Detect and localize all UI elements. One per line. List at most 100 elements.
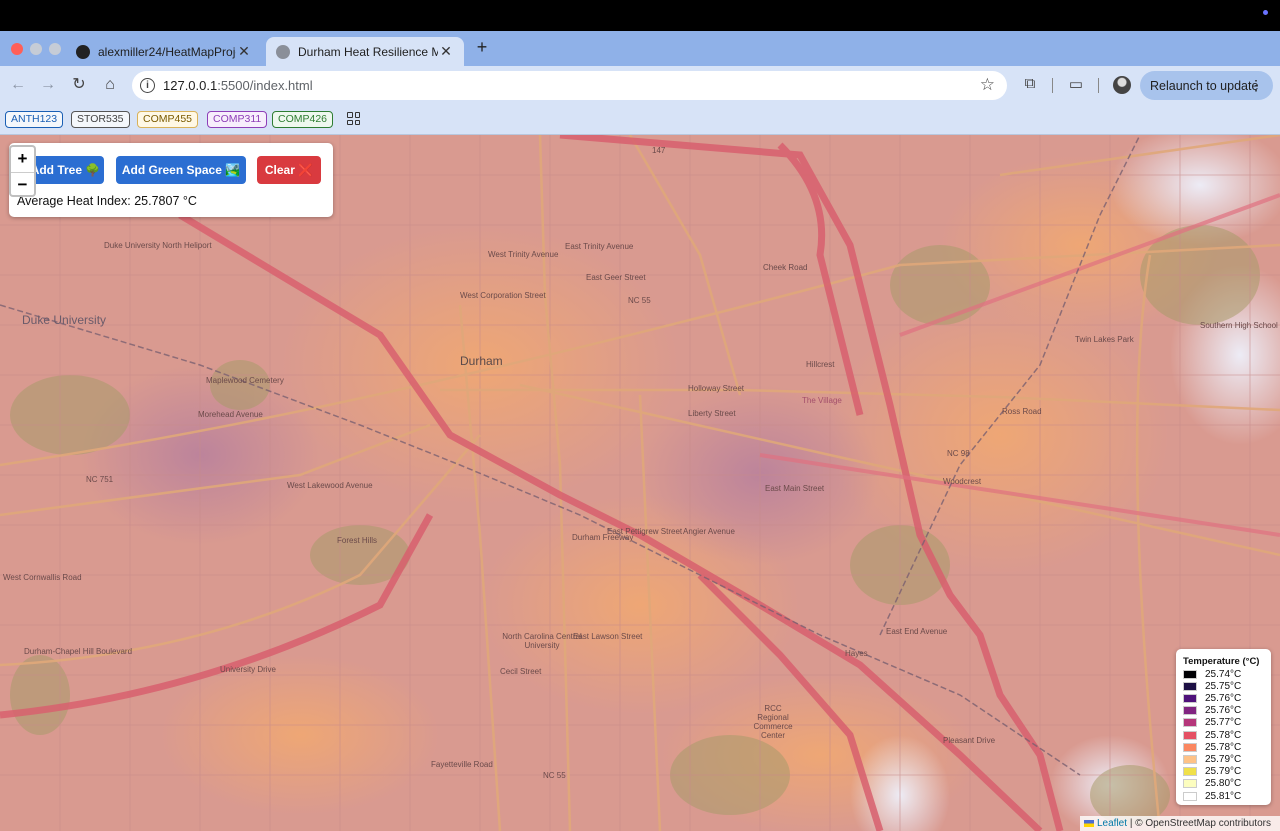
add-green-space-button[interactable]: Add Green Space 🏞️ bbox=[116, 156, 246, 184]
map-label-fayetteville: Fayetteville Road bbox=[431, 760, 493, 769]
clear-button[interactable]: Clear ❌ bbox=[257, 156, 321, 184]
reload-icon[interactable]: ↻ bbox=[69, 75, 89, 95]
average-heat-index: Average Heat Index: 25.7807 °C bbox=[17, 194, 197, 208]
map-label-east-trinity: East Trinity Avenue bbox=[565, 242, 634, 251]
legend-label: 25.80°C bbox=[1205, 778, 1242, 790]
back-arrow-icon[interactable]: ← bbox=[8, 75, 28, 95]
window-close-button[interactable] bbox=[11, 43, 23, 55]
map-label-hillcrest: Hillcrest bbox=[806, 360, 835, 369]
map-label-west-trinity: West Trinity Avenue bbox=[488, 250, 559, 259]
relaunch-button[interactable]: Relaunch to update ⋮ bbox=[1140, 71, 1273, 100]
tab-label: alexmiller24/HeatMapProject bbox=[98, 44, 236, 59]
status-dot bbox=[1263, 10, 1268, 15]
apps-grid-icon[interactable] bbox=[347, 112, 360, 125]
map-label-southern-high: Southern High School bbox=[1200, 321, 1278, 330]
tab-heat-map[interactable]: Durham Heat Resilience Map ✕ bbox=[266, 37, 464, 66]
extensions-icon[interactable]: ⧉ bbox=[1020, 75, 1040, 92]
cast-icon[interactable]: ▭ bbox=[1066, 75, 1086, 93]
map-label-duke-university: Duke University bbox=[22, 313, 107, 327]
tab-label: Durham Heat Resilience Map bbox=[298, 44, 438, 59]
map-label-west-lakewood: West Lakewood Avenue bbox=[287, 481, 373, 490]
legend-swatch bbox=[1183, 669, 1197, 679]
legend-swatch bbox=[1183, 754, 1197, 764]
legend-swatch bbox=[1183, 681, 1197, 691]
bookmark-anth123[interactable]: ANTH123 bbox=[5, 111, 64, 128]
map-label-cecil: Cecil Street bbox=[500, 667, 542, 676]
map-label-angier: Angier Avenue bbox=[683, 527, 735, 536]
legend-title: Temperature (°C) bbox=[1183, 656, 1260, 667]
map-label-twin-lakes: Twin Lakes Park bbox=[1075, 335, 1134, 344]
map-label-forest-hills: Forest Hills bbox=[337, 536, 378, 545]
legend-label: 25.74°C bbox=[1205, 668, 1242, 680]
legend-swatch bbox=[1183, 742, 1197, 752]
zoom-in-button[interactable]: + bbox=[11, 147, 34, 173]
legend-label: 25.79°C bbox=[1205, 753, 1242, 765]
map-label-university-drive: University Drive bbox=[220, 665, 277, 674]
forward-arrow-icon[interactable]: → bbox=[38, 75, 58, 95]
map-label-maplewood: Maplewood Cemetery bbox=[206, 376, 284, 385]
temperature-legend: Temperature (°C) 25.74°C 25.75°C 25.76°C 25… bbox=[1176, 649, 1271, 805]
map-tiles bbox=[0, 135, 1280, 831]
system-menubar bbox=[0, 0, 1280, 31]
legend-label: 25.78°C bbox=[1205, 741, 1242, 753]
map-label-duke-north: Duke University North Heliport bbox=[104, 241, 212, 250]
bookmark-comp426[interactable]: COMP426 bbox=[272, 111, 334, 128]
legend-item: 25.80°C bbox=[1183, 778, 1241, 790]
legend-label: 25.79°C bbox=[1205, 766, 1242, 778]
legend-label: 25.81°C bbox=[1205, 790, 1242, 802]
window-minimize-button[interactable] bbox=[30, 43, 42, 55]
osm-attribution: | © OpenStreetMap contributors bbox=[1129, 818, 1271, 829]
legend-swatch bbox=[1183, 718, 1197, 728]
legend-item: 25.76°C bbox=[1183, 705, 1241, 717]
relaunch-label: Relaunch to update bbox=[1150, 78, 1259, 93]
map-label-hayes: Hayes bbox=[845, 649, 868, 658]
url-text: 127.0.0.1:5500/index.html bbox=[163, 78, 313, 93]
browser-toolbar: ← → ↻ ⌂ i 127.0.0.1:5500/index.html ☆ ⧉ … bbox=[0, 66, 1280, 104]
add-tree-button[interactable]: Add Tree 🌳 bbox=[27, 156, 104, 184]
bookmark-comp311[interactable]: COMP311 bbox=[207, 111, 268, 128]
map-label-west-corporation: West Corporation Street bbox=[460, 291, 546, 300]
map-label-rcc: RCC Regional Commerce Center bbox=[753, 704, 793, 740]
legend-swatch bbox=[1183, 693, 1197, 703]
globe-icon bbox=[276, 44, 290, 59]
address-bar[interactable]: i 127.0.0.1:5500/index.html ☆ bbox=[132, 71, 1007, 100]
map-label-nc55: NC 55 bbox=[628, 296, 651, 305]
map-label-east-end: East End Avenue bbox=[886, 627, 948, 636]
legend-item: 25.77°C bbox=[1183, 717, 1241, 729]
divider bbox=[1098, 78, 1099, 93]
close-icon[interactable]: ✕ bbox=[236, 43, 252, 60]
map-label-nc98: NC 98 bbox=[947, 449, 970, 458]
bookmark-stor535[interactable]: STOR535 bbox=[71, 111, 130, 128]
legend-swatch bbox=[1183, 730, 1197, 740]
legend-item: 25.74°C bbox=[1183, 668, 1241, 680]
close-icon[interactable]: ✕ bbox=[438, 43, 454, 60]
new-tab-button[interactable]: + bbox=[474, 37, 490, 58]
legend-swatch bbox=[1183, 779, 1197, 789]
bookmark-star-icon[interactable]: ☆ bbox=[980, 75, 995, 95]
window-maximize-button[interactable] bbox=[49, 43, 61, 55]
ukraine-flag-icon bbox=[1084, 819, 1094, 827]
map-label-nc55-south: NC 55 bbox=[543, 771, 566, 780]
map-label-nc147: 147 bbox=[652, 146, 666, 155]
map-label-the-village: The Village bbox=[802, 396, 842, 405]
map-label-durham-chapel-hill: Durham-Chapel Hill Boulevard bbox=[24, 647, 133, 656]
more-options-icon[interactable]: ⋮ bbox=[1249, 77, 1263, 94]
legend-item: 25.79°C bbox=[1183, 753, 1241, 765]
tab-strip: alexmiller24/HeatMapProject ✕ Durham Hea… bbox=[0, 31, 1280, 66]
legend-label: 25.77°C bbox=[1205, 717, 1242, 729]
legend-item: 25.78°C bbox=[1183, 741, 1241, 753]
legend-item: 25.76°C bbox=[1183, 692, 1241, 704]
home-icon[interactable]: ⌂ bbox=[100, 75, 120, 95]
legend-swatch bbox=[1183, 791, 1197, 801]
map-label-cheek-road: Cheek Road bbox=[763, 263, 808, 272]
zoom-out-button[interactable]: − bbox=[11, 173, 34, 198]
map-attribution: Leaflet | © OpenStreetMap contributors bbox=[1080, 816, 1280, 831]
site-info-icon[interactable]: i bbox=[140, 78, 155, 93]
tab-github[interactable]: alexmiller24/HeatMapProject ✕ bbox=[66, 37, 262, 66]
legend-label: 25.75°C bbox=[1205, 680, 1242, 692]
heat-map[interactable]: Durham Duke University Duke University N… bbox=[0, 135, 1280, 831]
profile-avatar[interactable] bbox=[1113, 76, 1131, 94]
leaflet-link[interactable]: Leaflet bbox=[1097, 818, 1127, 829]
map-label-east-lawson: East Lawson Street bbox=[573, 632, 643, 641]
bookmark-comp455[interactable]: COMP455 bbox=[137, 111, 199, 128]
